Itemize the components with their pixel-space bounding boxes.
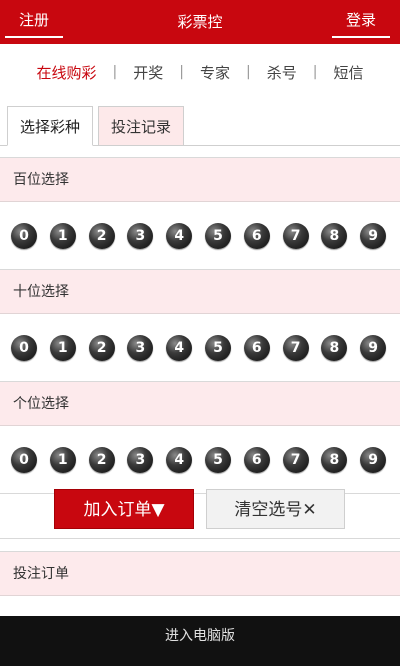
tens-panel: 十位选择 0 1 2 3 4 5 6 7 8 9 (0, 269, 400, 382)
nav-item-sms[interactable]: 短信 (331, 62, 365, 83)
number-ball[interactable]: 6 (243, 446, 270, 473)
number-ball[interactable]: 0 (11, 334, 37, 361)
number-ball[interactable]: 2 (88, 222, 115, 249)
login-button[interactable]: 登录 (332, 0, 390, 38)
number-ball[interactable]: 4 (166, 446, 193, 473)
number-ball[interactable]: 3 (127, 222, 154, 249)
number-ball[interactable]: 7 (282, 222, 309, 249)
number-ball[interactable]: 3 (127, 446, 154, 473)
order-title: 投注订单 (0, 552, 400, 596)
nav-separator: | (179, 64, 184, 80)
nav-item-draw-results[interactable]: 开奖 (131, 62, 165, 83)
number-ball[interactable]: 1 (49, 222, 76, 249)
nav-item-kill-numbers[interactable]: 杀号 (265, 62, 299, 83)
nav-separator: | (312, 64, 318, 80)
number-ball[interactable]: 2 (88, 334, 115, 361)
number-ball-row: 0 1 2 3 4 5 6 7 8 9 (0, 202, 400, 269)
number-ball[interactable]: 1 (49, 446, 76, 473)
number-ball[interactable]: 8 (321, 446, 348, 473)
number-ball[interactable]: 2 (88, 446, 115, 473)
main-nav: 在线购彩 | 开奖 | 专家 | 杀号 | 短信 (0, 44, 400, 100)
number-ball[interactable]: 9 (360, 222, 387, 249)
number-ball[interactable]: 7 (282, 334, 309, 361)
order-panel: 投注订单 (0, 551, 400, 619)
clear-selection-button[interactable]: 清空选号✕ (206, 489, 345, 529)
number-ball[interactable]: 8 (321, 334, 348, 361)
number-ball[interactable]: 3 (127, 334, 154, 361)
section-title: 个位选择 (0, 382, 400, 426)
nav-item-online-buy[interactable]: 在线购彩 (35, 62, 99, 83)
number-ball[interactable]: 0 (11, 222, 37, 249)
number-ball[interactable]: 0 (11, 446, 37, 473)
number-ball[interactable]: 8 (321, 222, 348, 249)
tab-select-lottery[interactable]: 选择彩种 (7, 106, 93, 146)
tab-bar: 选择彩种 投注记录 (0, 106, 400, 146)
app-header: 注册 彩票控 登录 (0, 0, 400, 44)
number-ball[interactable]: 7 (282, 446, 309, 473)
number-ball-row: 0 1 2 3 4 5 6 7 8 9 (0, 314, 400, 381)
nav-separator: | (112, 64, 118, 80)
units-panel: 个位选择 0 1 2 3 4 5 6 7 8 9 (0, 381, 400, 494)
tab-bet-records[interactable]: 投注记录 (98, 106, 184, 146)
action-row: 加入订单▼ 清空选号✕ (0, 481, 400, 539)
add-order-button[interactable]: 加入订单▼ (54, 489, 194, 529)
section-title: 十位选择 (0, 270, 400, 314)
nav-item-experts[interactable]: 专家 (198, 62, 232, 83)
number-ball[interactable]: 6 (243, 334, 270, 361)
desktop-version-link[interactable]: 进入电脑版 (0, 616, 400, 666)
number-ball[interactable]: 6 (243, 222, 270, 249)
number-ball[interactable]: 4 (166, 222, 193, 249)
section-title: 百位选择 (0, 158, 400, 202)
order-list (0, 596, 400, 618)
number-ball[interactable]: 5 (204, 446, 231, 473)
hundreds-panel: 百位选择 0 1 2 3 4 5 6 7 8 9 (0, 157, 400, 270)
number-ball[interactable]: 5 (204, 334, 231, 361)
number-ball[interactable]: 1 (49, 334, 76, 361)
number-ball[interactable]: 9 (360, 446, 387, 473)
number-ball[interactable]: 4 (166, 334, 193, 361)
number-ball[interactable]: 5 (204, 222, 231, 249)
number-ball[interactable]: 9 (360, 334, 387, 361)
nav-separator: | (246, 64, 251, 80)
